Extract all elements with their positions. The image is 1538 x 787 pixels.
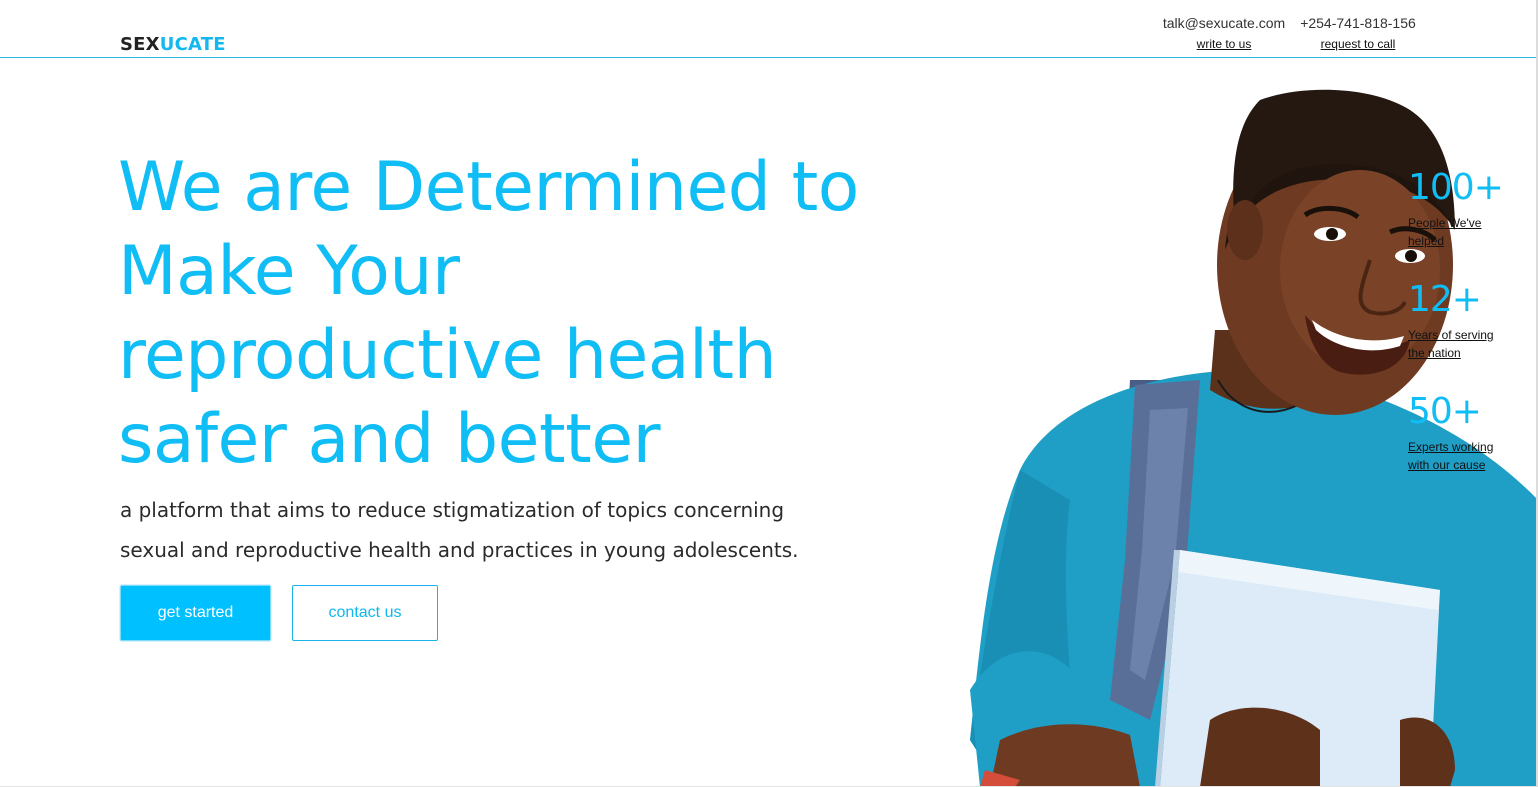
phone-contact: +254-741-818-156 request to call [1296,14,1420,52]
stat-experts: 50+ Experts working with our cause [1408,390,1508,474]
phone-number: +254-741-818-156 [1300,15,1416,31]
hero-subtitle: a platform that aims to reduce stigmatiz… [120,498,799,562]
contact-us-button[interactable]: contact us [292,585,438,641]
write-to-us-link[interactable]: write to us [1197,36,1252,52]
email-address: talk@sexucate.com [1162,15,1286,31]
stat-value: 100+ [1408,167,1504,208]
top-header: SEXUCATE talk@sexucate.com write to us +… [0,0,1538,58]
brand-logo-part1: SEX [120,34,160,55]
get-started-button[interactable]: get started [120,585,271,641]
stat-label[interactable]: Years of serving the nation [1408,326,1496,362]
stat-label[interactable]: Experts working with our cause [1408,438,1496,474]
brand-logo-part2: UCATE [159,34,226,55]
stat-people-helped: 100+ People We've helped [1408,166,1508,250]
brand-logo[interactable]: SEXUCATE [120,34,226,56]
hero-headline: We are Determined to Make Your reproduct… [118,148,859,479]
stat-years-serving: 12+ Years of serving the nation [1408,278,1508,362]
request-to-call-link[interactable]: request to call [1321,36,1396,52]
email-contact: talk@sexucate.com write to us [1160,14,1288,52]
stat-value: 12+ [1408,279,1482,320]
stat-value: 50+ [1408,391,1482,432]
stat-label[interactable]: People We've helped [1408,214,1496,250]
